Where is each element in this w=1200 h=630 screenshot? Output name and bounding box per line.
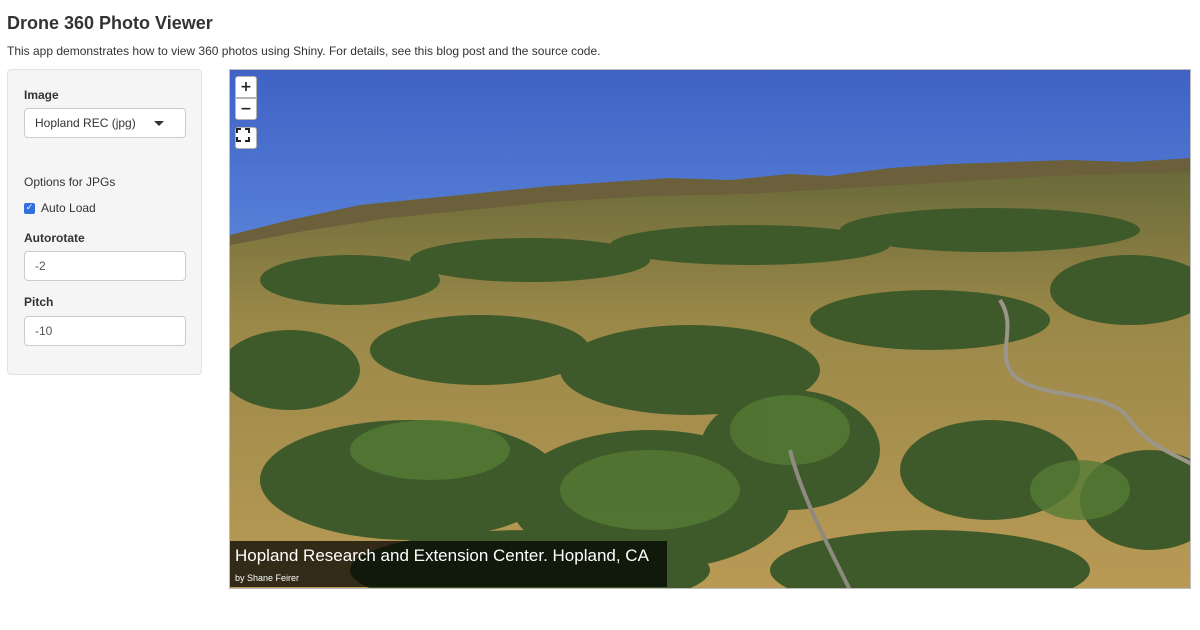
caption-author: by Shane Feirer bbox=[235, 573, 300, 583]
autorotate-label: Autorotate bbox=[24, 231, 85, 245]
page-title: Drone 360 Photo Viewer bbox=[7, 13, 213, 33]
intro-text: This app demonstrates how to view 360 ph… bbox=[7, 44, 601, 58]
image-label: Image bbox=[24, 88, 59, 102]
options-heading: Options for JPGs bbox=[24, 175, 116, 189]
autoload-label: Auto Load bbox=[41, 201, 96, 215]
pitch-label: Pitch bbox=[24, 295, 54, 309]
sidebar-panel: Image Hopland REC (jpg) Options for JPGs… bbox=[7, 69, 202, 375]
intro-mid: and bbox=[485, 44, 512, 58]
minus-icon: − bbox=[240, 101, 252, 117]
plus-icon: + bbox=[240, 79, 252, 95]
zoom-out-button[interactable]: − bbox=[235, 98, 257, 120]
pitch-input[interactable]: -10 bbox=[24, 316, 186, 346]
fullscreen-button[interactable] bbox=[235, 127, 257, 149]
autoload-checkbox[interactable]: ✓ bbox=[24, 202, 35, 214]
caret-down-icon bbox=[154, 121, 164, 126]
image-caption: Hopland Research and Extension Center. H… bbox=[230, 541, 667, 587]
image-select[interactable]: Hopland REC (jpg) bbox=[24, 108, 186, 138]
panorama-image bbox=[230, 70, 1190, 588]
blog-post-link[interactable]: this blog post bbox=[414, 44, 485, 58]
caption-title: Hopland Research and Extension Center. H… bbox=[235, 546, 649, 565]
check-icon: ✓ bbox=[25, 202, 34, 213]
autoload-checkbox-row[interactable]: ✓ Auto Load bbox=[24, 201, 96, 215]
image-select-value: Hopland REC (jpg) bbox=[35, 116, 136, 130]
intro-prefix: This app demonstrates how to view 360 ph… bbox=[7, 44, 415, 58]
source-code-link[interactable]: the source code bbox=[512, 44, 597, 58]
zoom-in-button[interactable]: + bbox=[235, 76, 257, 98]
intro-suffix: . bbox=[597, 44, 601, 58]
panorama-viewer[interactable]: + − Hopland Research and Extension Cente… bbox=[229, 69, 1191, 589]
autorotate-input[interactable]: -2 bbox=[24, 251, 186, 281]
fullscreen-icon bbox=[236, 128, 250, 142]
